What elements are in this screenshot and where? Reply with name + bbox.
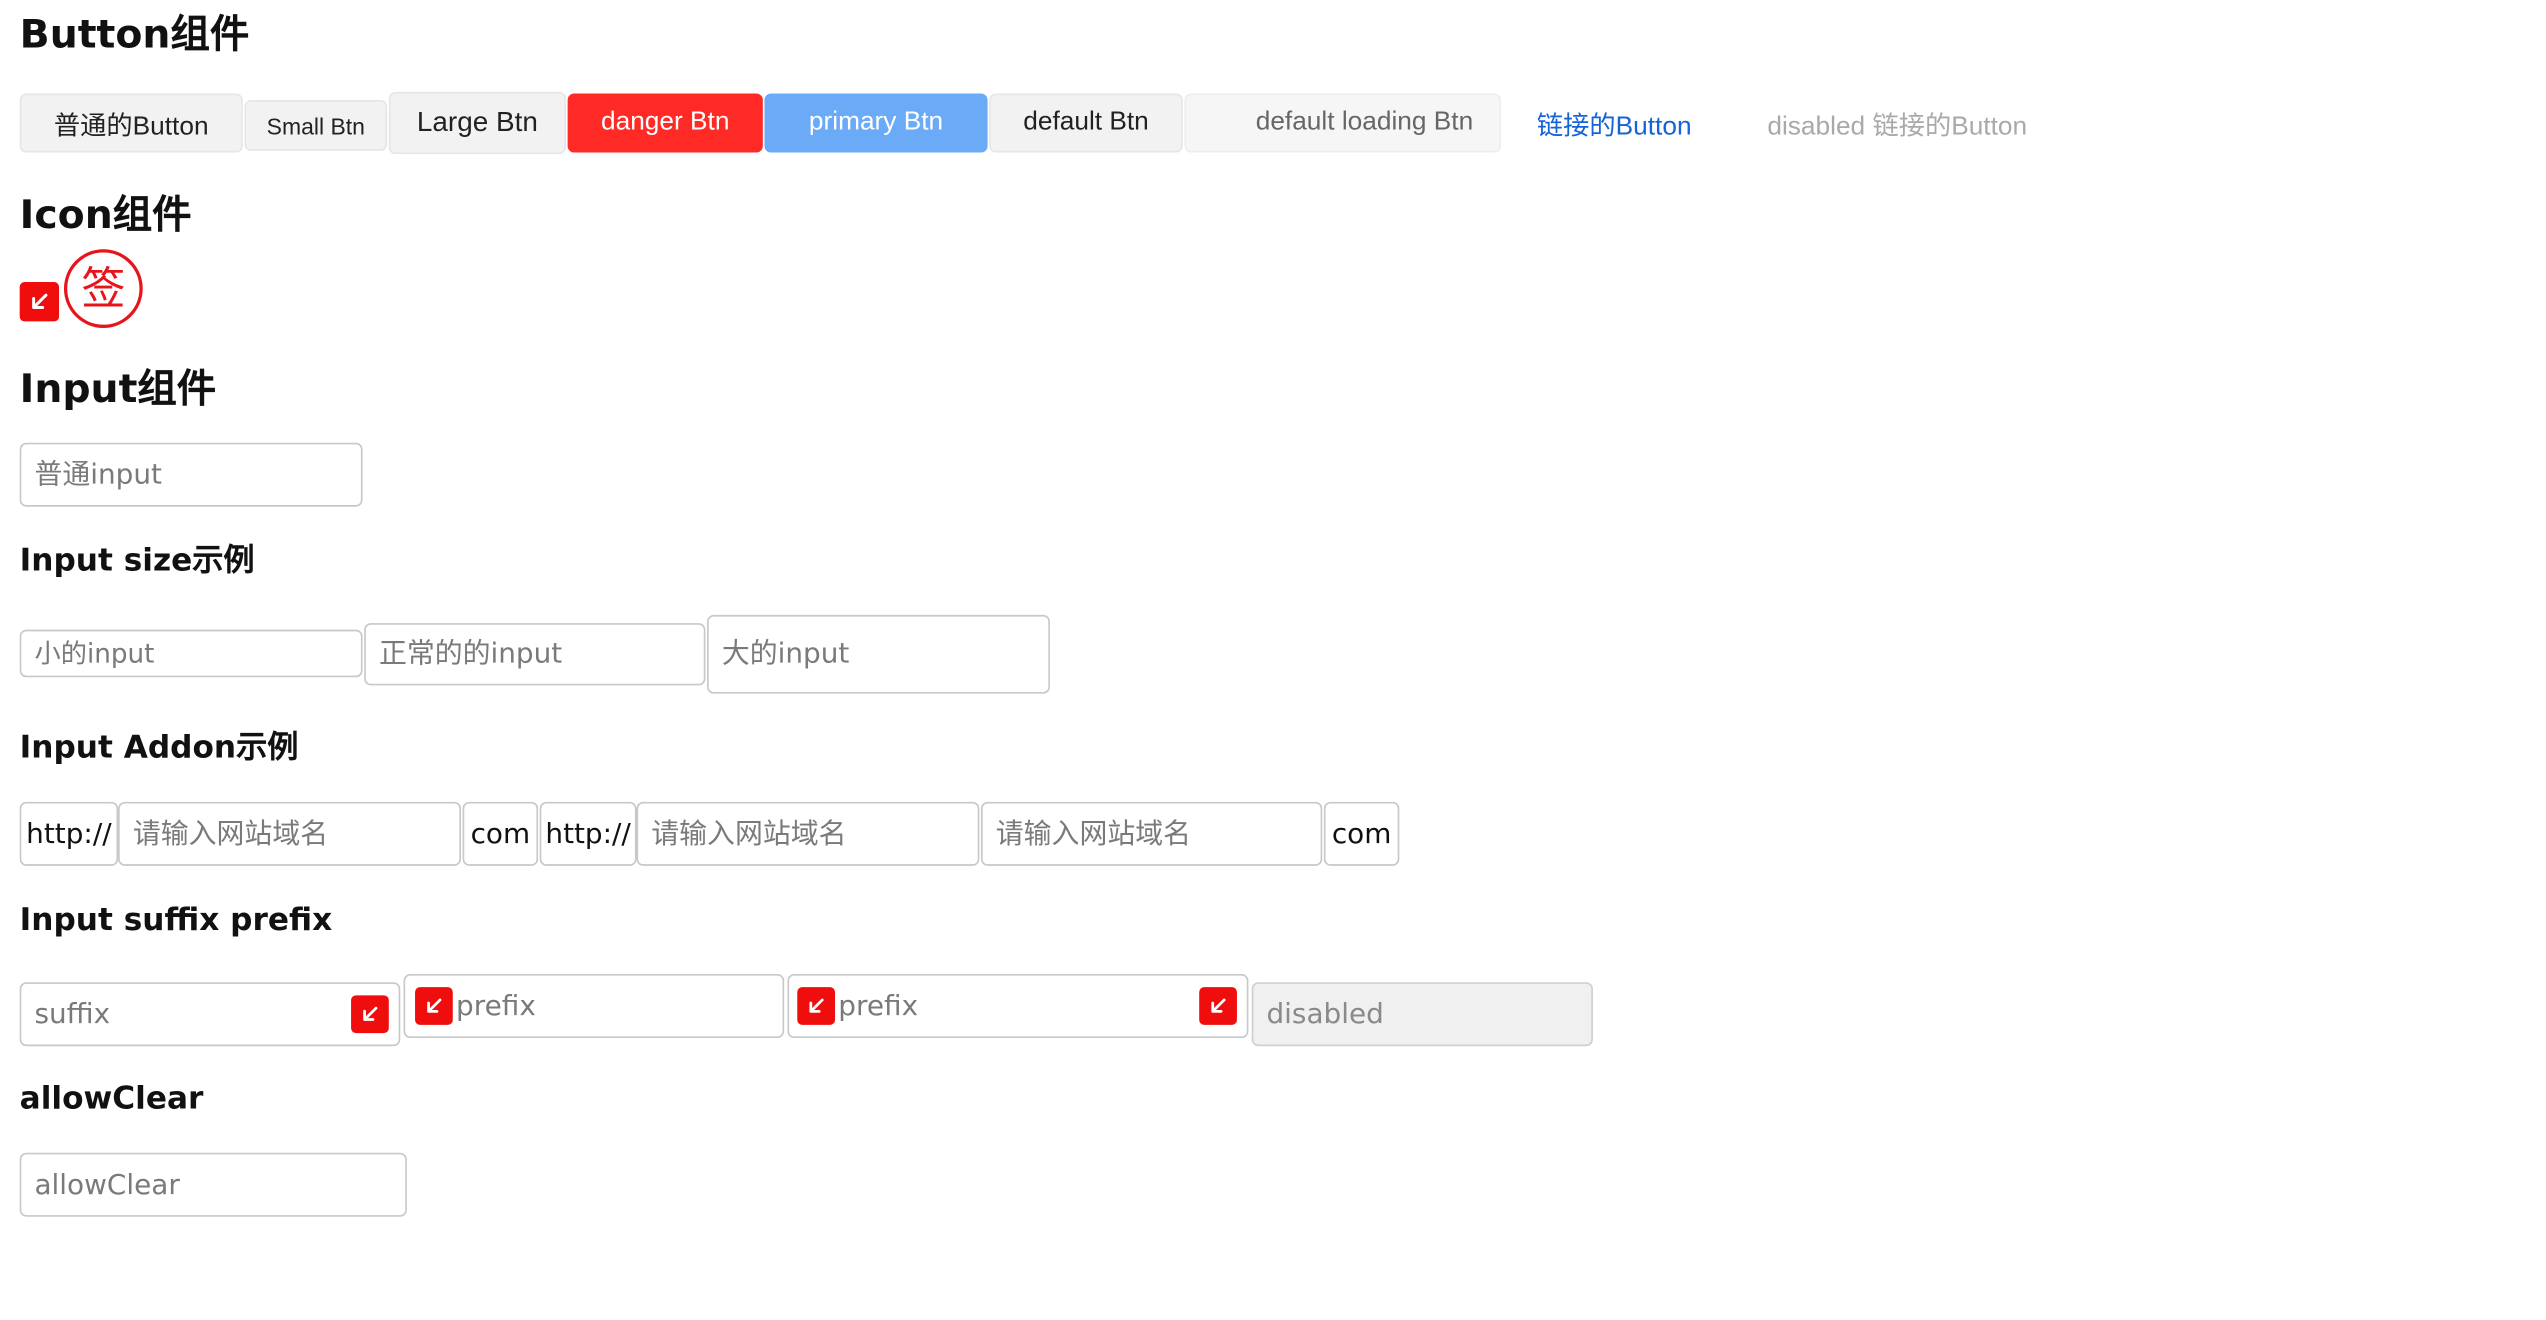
input-size-title: Input size示例 — [19, 542, 255, 579]
large-input-wrapper — [707, 614, 1050, 694]
small-input-wrapper — [19, 629, 363, 678]
button-section-title: Button组件 — [19, 11, 250, 58]
addon-input-3[interactable] — [982, 803, 1321, 865]
allow-clear-title: allowClear — [19, 1080, 204, 1117]
input-suffix-prefix-title: Input suffix prefix — [19, 901, 333, 938]
addon-input-1-wrapper — [118, 801, 461, 866]
disabled-input-wrapper — [1251, 982, 1593, 1047]
addon-suffix-3: com — [1323, 801, 1400, 866]
suffix-input[interactable] — [21, 983, 399, 1045]
seal-icon: 签 — [63, 249, 143, 328]
disabled-input — [1253, 983, 1592, 1045]
prefix-input-wrapper — [403, 974, 785, 1038]
addon-prefix-1: http:// — [19, 801, 119, 866]
allow-clear-input[interactable] — [21, 1154, 406, 1216]
seal-text: 签 — [81, 263, 126, 315]
input-section-title: Input组件 — [19, 365, 217, 412]
addon-input-2-wrapper — [636, 801, 980, 866]
addon-prefix-2: http:// — [539, 801, 637, 866]
large-button[interactable]: Large Btn — [388, 91, 566, 155]
suffix-arrow-icon — [351, 995, 389, 1034]
large-input[interactable] — [708, 616, 1049, 692]
small-button[interactable]: Small Btn — [244, 100, 388, 151]
prefix-arrow-icon — [797, 987, 836, 1025]
icon-section-title: Icon组件 — [19, 191, 192, 238]
default-loading-button[interactable]: default loading Btn — [1184, 93, 1502, 153]
arrow-down-left-icon — [19, 282, 60, 322]
page: Button组件 普通的Button Small Btn Large Btn d… — [0, 0, 2546, 1320]
addon-suffix-1: com — [462, 801, 539, 866]
small-input[interactable] — [21, 631, 361, 676]
addon-input-3-wrapper — [981, 801, 1323, 866]
prefix-suffix-input[interactable] — [789, 975, 1247, 1037]
component-demo-stage: Button组件 普通的Button Small Btn Large Btn d… — [0, 0, 2546, 1320]
normal-input-wrapper — [19, 442, 363, 507]
prefix-suffix-input-wrapper — [787, 974, 1249, 1038]
normal-input[interactable] — [21, 444, 361, 506]
disabled-link-button: disabled 链接的Button — [1729, 93, 2065, 152]
link-button[interactable]: 链接的Button — [1506, 93, 1723, 152]
suffix-arrow-icon — [1199, 987, 1237, 1025]
addon-input-1[interactable] — [119, 803, 460, 865]
suffix-input-wrapper — [19, 982, 401, 1047]
danger-button[interactable]: danger Btn — [567, 93, 763, 153]
addon-input-2[interactable] — [638, 803, 978, 865]
prefix-arrow-icon — [415, 987, 453, 1025]
input-addon-title: Input Addon示例 — [19, 729, 299, 766]
primary-button[interactable]: primary Btn — [764, 93, 988, 153]
normal-button[interactable]: 普通的Button — [19, 93, 243, 153]
prefix-input[interactable] — [405, 975, 783, 1037]
default-button[interactable]: default Btn — [989, 93, 1183, 153]
allow-clear-input-wrapper — [19, 1152, 407, 1217]
normal-size-input[interactable] — [365, 624, 704, 684]
normal-size-input-wrapper — [364, 623, 706, 686]
